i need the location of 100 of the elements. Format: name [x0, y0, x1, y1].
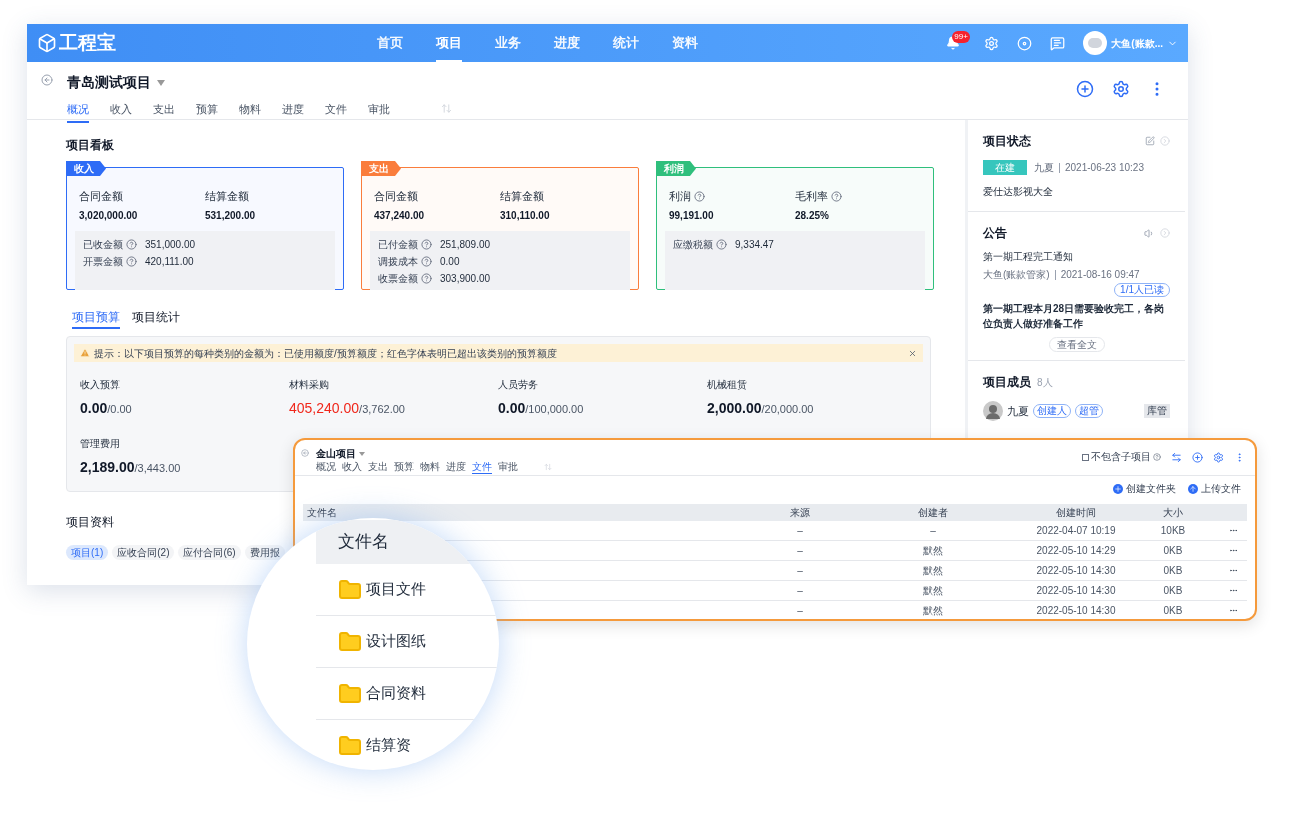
file-name[interactable]: 结算资	[366, 734, 411, 757]
action-button[interactable]: 上传文件	[1188, 484, 1241, 494]
budget-label: 机械租赁	[707, 378, 748, 392]
table-cell-text: –	[796, 525, 804, 536]
budget-amount: 405,240.00/3,762.00	[289, 399, 406, 418]
table-cell-text: 默然	[922, 605, 944, 616]
budget-amount: 2,000.00/20,000.00	[707, 399, 815, 418]
stat-label: 合同金额	[374, 189, 418, 204]
detail-label: 已收金额	[83, 237, 123, 252]
caret-icon[interactable]	[359, 451, 365, 456]
app-logo: 工程宝	[59, 30, 116, 55]
more-icon[interactable]	[1229, 606, 1238, 615]
project-tab[interactable]: 收入	[110, 101, 132, 123]
project-tab[interactable]: 审批	[368, 101, 390, 123]
project-tab[interactable]: 物料	[420, 461, 440, 474]
project-tab[interactable]: 收入	[342, 461, 362, 474]
stat-value: 437,240.00	[374, 208, 426, 223]
project-title: 金山项目	[316, 447, 356, 461]
card-tag: 支出	[361, 161, 401, 176]
speaker-icon[interactable]	[1144, 227, 1155, 239]
checkbox-label[interactable]: 不包含子项目	[1091, 452, 1151, 462]
stat-value: 99,191.00	[669, 208, 715, 223]
add-icon[interactable]	[1192, 452, 1203, 463]
notice-author: 大鱼(账款管家)	[983, 269, 1056, 280]
stat-label: 利润	[669, 189, 691, 204]
table-cell-text: 默然	[922, 565, 944, 576]
upload-icon	[1188, 484, 1198, 494]
project-tab[interactable]: 支出	[368, 461, 388, 474]
close-icon[interactable]	[908, 348, 917, 358]
more-icon[interactable]	[1229, 566, 1238, 575]
avatar[interactable]	[1083, 31, 1108, 55]
stat-label: 毛利率	[795, 189, 828, 204]
project-tab[interactable]: 进度	[282, 101, 304, 123]
section-title: 公告	[983, 225, 1007, 242]
table-cell-text: 2022-04-07 10:19	[1035, 525, 1117, 536]
more-icon[interactable]	[1229, 526, 1238, 535]
document-chip[interactable]: 项目(1)	[66, 545, 109, 560]
table-cell-text: –	[796, 545, 804, 556]
more-icon[interactable]	[1229, 586, 1238, 595]
project-tab[interactable]: 文件	[472, 461, 492, 474]
more-icon[interactable]	[1229, 546, 1238, 555]
table-cell-text: 默然	[922, 585, 944, 596]
table-cell-text: 0KB	[1162, 545, 1184, 556]
card-tag: 收入	[66, 161, 106, 176]
table-cell-text: 10KB	[1159, 525, 1187, 536]
document-chip[interactable]: 应收合同(2)	[112, 545, 175, 560]
project-tab[interactable]: 文件	[325, 101, 347, 123]
notice-heading[interactable]: 第一期工程完工通知	[983, 249, 1170, 264]
detail-value: 0.00	[440, 254, 460, 269]
project-name: 爱仕达影视大全	[983, 185, 1054, 199]
column-header: 文件名	[306, 507, 338, 518]
avatar	[983, 401, 1003, 421]
status-badge: 在建	[983, 160, 1027, 175]
settings-icon[interactable]	[1213, 452, 1224, 463]
section-title: 项目看板	[66, 137, 115, 154]
caret-icon[interactable]	[157, 79, 165, 86]
detail-label: 开票金额	[83, 254, 123, 269]
column-header: 文件名	[338, 531, 389, 554]
stat-label: 结算金额	[205, 189, 249, 204]
budget-label: 材料采购	[289, 378, 330, 392]
table-cell-text: –	[796, 585, 804, 596]
document-chip[interactable]: 应付合同(6)	[178, 545, 241, 560]
project-tab[interactable]: 概况	[316, 461, 336, 474]
project-tab[interactable]: 预算	[196, 101, 218, 123]
detail-label: 已付金额	[378, 237, 418, 252]
file-name[interactable]: 项目文件	[366, 578, 426, 601]
add-icon[interactable]	[1076, 80, 1094, 98]
column-header: 来源	[789, 507, 811, 518]
checkbox[interactable]	[1082, 454, 1089, 461]
table-cell-text: –	[929, 525, 937, 536]
budget-tab[interactable]: 项目预算	[72, 308, 120, 329]
detail-value: 351,000.00	[145, 237, 196, 252]
edit-icon[interactable]	[1145, 136, 1155, 146]
file-name[interactable]: 合同资料	[366, 682, 426, 705]
back-icon[interactable]	[301, 449, 309, 457]
detail-label: 收票金额	[378, 271, 418, 286]
status-user: 九夏	[1034, 162, 1060, 173]
settings-icon[interactable]	[1112, 80, 1130, 98]
project-tab[interactable]: 进度	[446, 461, 466, 474]
swap-icon[interactable]	[1171, 452, 1182, 463]
back-icon[interactable]	[41, 74, 53, 86]
file-name[interactable]: 设计图纸	[366, 630, 426, 653]
action-button[interactable]: 创建文件夹	[1113, 484, 1176, 494]
project-tab[interactable]: 概况	[67, 101, 89, 123]
project-tab[interactable]: 审批	[498, 461, 518, 474]
table-cell-text: –	[796, 565, 804, 576]
detail-label: 调拨成本	[378, 254, 418, 269]
table-cell-text: 默然	[922, 545, 944, 556]
budget-tab[interactable]: 项目统计	[132, 308, 180, 329]
project-tab[interactable]: 支出	[153, 101, 175, 123]
member-name: 九夏	[1007, 403, 1029, 419]
circle-icon[interactable]	[1017, 35, 1033, 51]
project-tab[interactable]: 预算	[394, 461, 414, 474]
notice-body: 第一期工程本月28日需要验收完工，各岗位负责人做好准备工作	[983, 302, 1166, 331]
table-cell-text: 0KB	[1162, 605, 1184, 616]
folder-icon	[338, 577, 362, 602]
section-title: 项目状态	[983, 133, 1031, 150]
project-tab[interactable]: 物料	[239, 101, 261, 123]
budget-label: 人员劳务	[498, 378, 539, 392]
document-chip[interactable]: 费用报	[244, 545, 285, 560]
